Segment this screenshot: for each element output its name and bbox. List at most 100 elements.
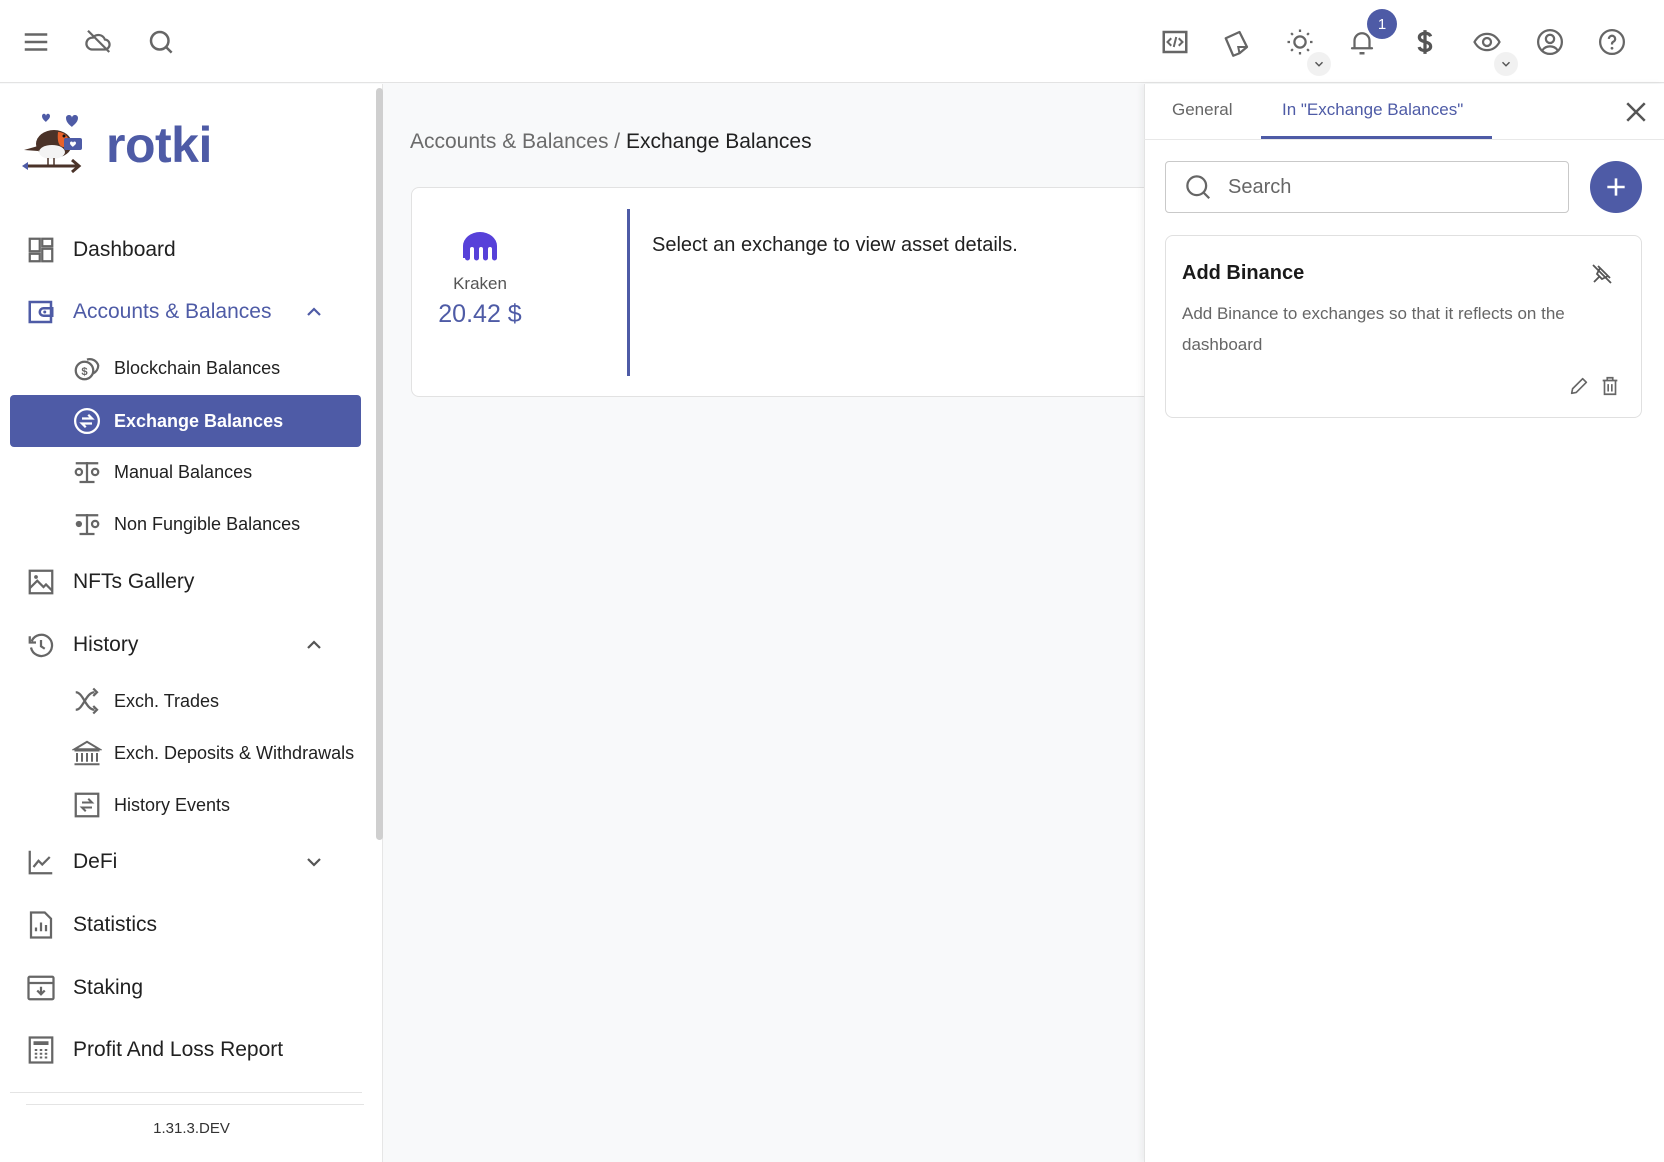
- cloud-off-icon: [85, 29, 111, 53]
- notification-badge: 1: [1367, 9, 1397, 39]
- panel-tabs-divider: [1144, 139, 1664, 140]
- menu-icon: [24, 33, 48, 51]
- sidebar-item-exchange-balances[interactable]: Exchange Balances: [72, 397, 362, 445]
- breadcrumb-parent[interactable]: Accounts & Balances: [410, 130, 608, 153]
- app-logo-text: rotki: [106, 117, 212, 173]
- sidebar-item-label: Staking: [73, 976, 144, 999]
- cloud-sync-button[interactable]: [78, 22, 118, 62]
- sidebar-item-label: History Events: [114, 794, 231, 815]
- exchange-balance: 20.42 $: [438, 300, 522, 328]
- breadcrumb: Accounts & Balances / Exchange Balances: [410, 130, 812, 154]
- statistics-icon: [26, 910, 56, 940]
- breadcrumb-current: Exchange Balances: [625, 130, 812, 153]
- shuffle-icon: [72, 686, 102, 716]
- sidebar-item-exch-trades[interactable]: Exch. Trades: [72, 677, 362, 725]
- sidebar-divider: [26, 1104, 364, 1105]
- sidebar-item-defi[interactable]: DeFi: [26, 837, 356, 887]
- bank-icon: [72, 738, 102, 768]
- global-search-button[interactable]: [141, 22, 181, 62]
- sidebar-item-label: Dashboard: [73, 238, 176, 261]
- bird-logo-icon: [22, 113, 82, 174]
- currency-button[interactable]: [1405, 22, 1445, 62]
- image-icon: [26, 567, 56, 597]
- currency-dollar-icon: [1417, 30, 1433, 54]
- chevron-up-icon[interactable]: [302, 300, 326, 324]
- add-note-button[interactable]: [1590, 161, 1642, 213]
- sidebar-item-label: History: [73, 633, 139, 656]
- exchange-icon: [72, 406, 102, 436]
- sidebar-item-exch-deposits-withdrawals[interactable]: Exch. Deposits & Withdrawals: [72, 729, 362, 777]
- sidebar-item-nfts-gallery[interactable]: NFTs Gallery: [26, 557, 356, 607]
- pin-off-icon: [1592, 264, 1612, 284]
- eye-icon: [1473, 32, 1501, 52]
- sidebar-item-label: Accounts & Balances: [73, 300, 272, 323]
- active-tab-indicator: [1261, 136, 1492, 139]
- empty-state-message: Select an exchange to view asset details…: [652, 234, 1018, 256]
- sidebar-scrollbar[interactable]: [376, 88, 383, 840]
- note-title: Add Binance: [1182, 262, 1305, 284]
- exchange-item-kraken[interactable]: Kraken 20.42 $: [430, 230, 530, 329]
- sidebar-item-history-events[interactable]: History Events: [72, 781, 362, 829]
- chart-line-icon: [26, 847, 56, 877]
- theme-dropdown-button[interactable]: [1307, 52, 1331, 76]
- svg-text:$: $: [81, 366, 88, 378]
- exchange-name: Kraken: [453, 274, 507, 293]
- sidebar-item-profit-loss-report[interactable]: Profit And Loss Report: [26, 1025, 356, 1075]
- plus-icon: [1607, 178, 1625, 196]
- pencil-icon: [1570, 377, 1588, 395]
- edit-note-button[interactable]: [1568, 375, 1590, 397]
- app-header: 1: [0, 0, 1664, 83]
- tab-in-exchange-balances[interactable]: In "Exchange Balances": [1282, 100, 1463, 120]
- chevron-up-icon[interactable]: [302, 633, 326, 657]
- scale-icon: [72, 509, 102, 539]
- privacy-dropdown-button[interactable]: [1494, 52, 1518, 76]
- help-button[interactable]: [1592, 22, 1632, 62]
- sidebar-item-label: Exch. Trades: [114, 690, 220, 711]
- code-icon: [1162, 30, 1188, 54]
- sidebar-item-label: Exchange Balances: [114, 410, 284, 431]
- sticky-note-icon: [1224, 30, 1249, 57]
- sidebar-item-label: Exch. Deposits & Withdrawals: [114, 742, 355, 763]
- sidebar-item-dashboard[interactable]: Dashboard: [26, 225, 356, 275]
- sidebar-item-accounts-balances[interactable]: Accounts & Balances: [26, 287, 356, 337]
- sidebar-item-label: Manual Balances: [114, 461, 253, 482]
- unpin-note-button[interactable]: [1590, 262, 1614, 286]
- rotki-logo-bird: [20, 110, 88, 180]
- scale-icon: [72, 457, 102, 487]
- coins-icon: $: [72, 353, 102, 383]
- selection-divider: [627, 209, 630, 376]
- staking-icon: [26, 973, 56, 1003]
- help-icon: [1599, 29, 1625, 55]
- sidebar-item-manual-balances[interactable]: Manual Balances: [72, 448, 362, 496]
- close-icon: [1626, 102, 1646, 122]
- dashboard-icon: [26, 235, 56, 265]
- account-icon: [1537, 29, 1563, 55]
- sidebar-item-statistics[interactable]: Statistics: [26, 900, 356, 950]
- theme-sun-icon: [1287, 29, 1313, 55]
- trash-icon: [1602, 376, 1618, 396]
- menu-button[interactable]: [16, 22, 56, 62]
- note-body: Add Binance to exchanges so that it refl…: [1182, 304, 1565, 354]
- history-icon: [26, 630, 56, 660]
- sidebar-item-non-fungible-balances[interactable]: Non Fungible Balances: [72, 500, 362, 548]
- app-version: 1.31.3.DEV: [153, 1120, 230, 1137]
- tab-general[interactable]: General: [1172, 100, 1232, 120]
- delete-note-button[interactable]: [1599, 375, 1621, 397]
- notes-button[interactable]: [1217, 22, 1257, 62]
- sidebar-divider: [10, 1092, 362, 1093]
- account-button[interactable]: [1530, 22, 1570, 62]
- chevron-down-icon: [1501, 61, 1511, 67]
- notes-search-input[interactable]: [1228, 175, 1558, 199]
- close-panel-button[interactable]: [1621, 97, 1651, 127]
- dev-tools-button[interactable]: [1155, 22, 1195, 62]
- calculator-icon: [26, 1035, 56, 1065]
- sidebar-item-label: Statistics: [73, 913, 158, 936]
- sidebar-item-staking[interactable]: Staking: [26, 963, 356, 1013]
- breadcrumb-separator: /: [608, 130, 626, 153]
- sidebar-item-label: NFTs Gallery: [73, 570, 195, 593]
- sidebar-item-blockchain-balances[interactable]: $ Blockchain Balances: [72, 344, 362, 392]
- chevron-down-icon[interactable]: [302, 850, 326, 874]
- notes-search-field[interactable]: [1165, 161, 1569, 213]
- sidebar-item-history[interactable]: History: [26, 620, 356, 670]
- search-icon: [149, 30, 173, 54]
